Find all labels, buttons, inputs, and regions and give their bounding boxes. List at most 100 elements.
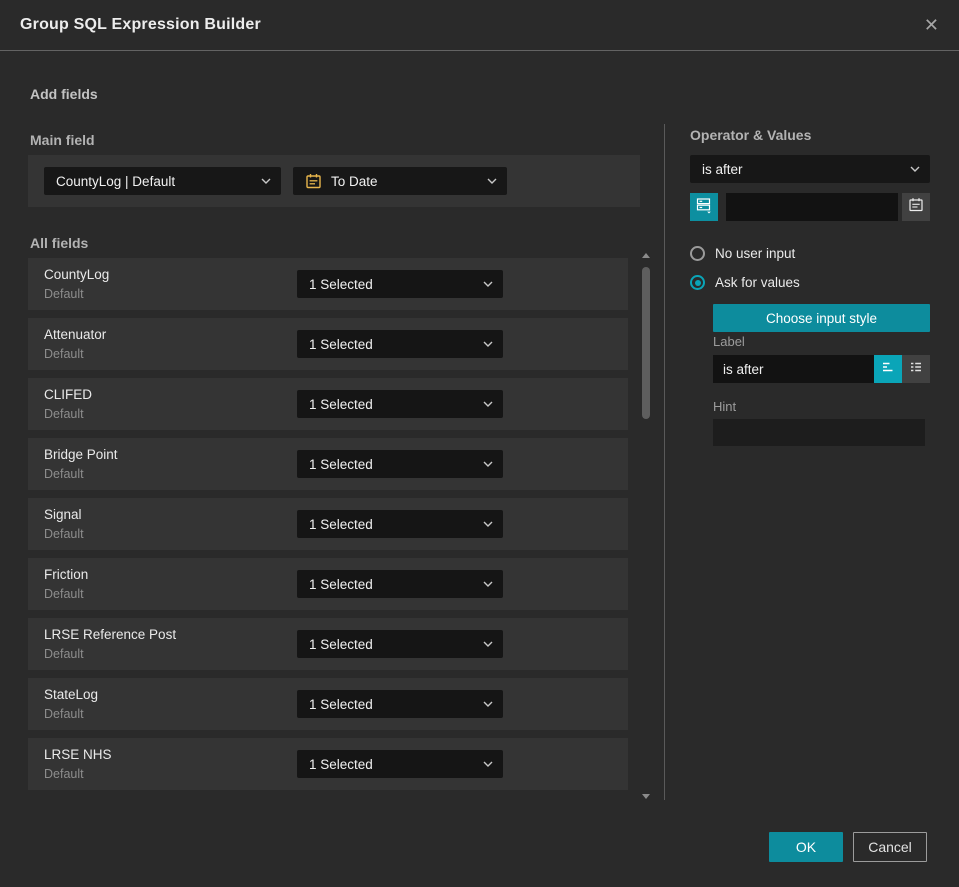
field-row: Signal Default 1 Selected	[28, 498, 628, 550]
field-row: LRSE Reference Post Default 1 Selected	[28, 618, 628, 670]
list-icon	[908, 359, 924, 380]
field-subtitle: Default	[44, 467, 84, 481]
chevron-down-icon	[483, 281, 493, 287]
close-icon[interactable]: ✕	[924, 16, 939, 34]
hint-caption: Hint	[713, 399, 737, 414]
chevron-down-icon	[483, 521, 493, 527]
selection-count-label: 1 Selected	[309, 636, 373, 652]
chevron-down-icon	[487, 178, 497, 184]
main-field-select-label: CountyLog | Default	[56, 173, 176, 189]
field-subtitle: Default	[44, 647, 84, 661]
ok-button[interactable]: OK	[769, 832, 843, 862]
ask-for-values-option[interactable]: Ask for values	[690, 275, 800, 290]
scroll-down-icon[interactable]	[642, 794, 650, 799]
operator-values-heading: Operator & Values	[690, 127, 812, 143]
field-subtitle: Default	[44, 707, 84, 721]
selection-count-select[interactable]: 1 Selected	[297, 450, 503, 478]
selection-count-select[interactable]: 1 Selected	[297, 570, 503, 598]
chevron-down-icon	[483, 341, 493, 347]
field-subtitle: Default	[44, 767, 84, 781]
selection-count-select[interactable]: 1 Selected	[297, 390, 503, 418]
date-type-select[interactable]: To Date	[293, 167, 507, 195]
selection-count-label: 1 Selected	[309, 276, 373, 292]
chevron-down-icon	[483, 461, 493, 467]
list-scrollbar	[641, 250, 651, 802]
label-caption: Label	[713, 334, 745, 349]
chevron-down-icon	[483, 401, 493, 407]
scroll-up-icon[interactable]	[642, 253, 650, 258]
field-name: LRSE NHS	[44, 747, 112, 762]
selection-count-label: 1 Selected	[309, 756, 373, 772]
selection-count-select[interactable]: 1 Selected	[297, 330, 503, 358]
ask-for-values-label: Ask for values	[715, 275, 800, 290]
chevron-down-icon	[483, 641, 493, 647]
field-name: StateLog	[44, 687, 99, 702]
chevron-down-icon	[261, 178, 271, 184]
title-bar: Group SQL Expression Builder ✕	[0, 0, 959, 51]
field-row: LRSE NHS Default 1 Selected	[28, 738, 628, 790]
radio-unselected-icon[interactable]	[690, 246, 705, 261]
field-subtitle: Default	[44, 527, 84, 541]
no-user-input-label: No user input	[715, 246, 796, 261]
hint-input[interactable]	[713, 419, 925, 446]
selection-count-select[interactable]: 1 Selected	[297, 630, 503, 658]
field-name: CountyLog	[44, 267, 110, 282]
field-subtitle: Default	[44, 287, 84, 301]
selection-count-label: 1 Selected	[309, 576, 373, 592]
selection-count-label: 1 Selected	[309, 396, 373, 412]
field-row: Bridge Point Default 1 Selected	[28, 438, 628, 490]
scrollbar-thumb[interactable]	[642, 267, 650, 419]
label-input[interactable]	[713, 355, 874, 383]
field-name: LRSE Reference Post	[44, 627, 177, 642]
all-fields-list: CountyLog Default 1 Selected Attenuator …	[28, 258, 628, 798]
field-row: Friction Default 1 Selected	[28, 558, 628, 610]
calendar-icon	[908, 197, 924, 218]
selection-count-select[interactable]: 1 Selected	[297, 690, 503, 718]
selection-count-label: 1 Selected	[309, 336, 373, 352]
group-sql-expression-builder-dialog: Group SQL Expression Builder ✕ Add field…	[0, 0, 959, 887]
main-field-select[interactable]: CountyLog | Default	[44, 167, 281, 195]
add-fields-heading: Add fields	[30, 86, 98, 102]
cancel-button[interactable]: Cancel	[853, 832, 927, 862]
field-name: Bridge Point	[44, 447, 118, 462]
field-subtitle: Default	[44, 407, 84, 421]
main-field-heading: Main field	[30, 132, 95, 148]
choose-input-style-button[interactable]: Choose input style	[713, 304, 930, 332]
date-picker-button[interactable]	[902, 193, 930, 221]
selection-count-select[interactable]: 1 Selected	[297, 750, 503, 778]
chevron-down-icon	[910, 166, 920, 172]
label-style-list-button[interactable]	[902, 355, 930, 383]
selection-count-select[interactable]: 1 Selected	[297, 270, 503, 298]
chevron-down-icon	[483, 581, 493, 587]
selection-count-select[interactable]: 1 Selected	[297, 510, 503, 538]
selection-count-label: 1 Selected	[309, 456, 373, 472]
dialog-title: Group SQL Expression Builder	[20, 16, 261, 33]
radio-selected-icon[interactable]	[690, 275, 705, 290]
field-name: CLIFED	[44, 387, 93, 402]
field-subtitle: Default	[44, 587, 84, 601]
selection-count-label: 1 Selected	[309, 516, 373, 532]
field-row: StateLog Default 1 Selected	[28, 678, 628, 730]
value-input[interactable]	[726, 193, 898, 221]
chevron-down-icon	[483, 761, 493, 767]
field-row: CountyLog Default 1 Selected	[28, 258, 628, 310]
selection-count-label: 1 Selected	[309, 696, 373, 712]
field-row: Attenuator Default 1 Selected	[28, 318, 628, 370]
calendar-icon	[305, 173, 322, 190]
field-name: Friction	[44, 567, 89, 582]
main-field-panel: CountyLog | Default To Date	[28, 155, 640, 207]
field-row: CLIFED Default 1 Selected	[28, 378, 628, 430]
operator-select-label: is after	[702, 161, 743, 177]
label-style-text-button[interactable]	[874, 355, 902, 383]
value-type-button[interactable]	[690, 193, 718, 221]
all-fields-heading: All fields	[30, 235, 89, 251]
field-name: Signal	[44, 507, 82, 522]
align-left-icon	[880, 359, 896, 380]
no-user-input-option[interactable]: No user input	[690, 246, 795, 261]
field-name: Attenuator	[44, 327, 107, 342]
vertical-divider	[664, 124, 665, 800]
date-type-select-label: To Date	[331, 173, 378, 189]
field-subtitle: Default	[44, 347, 84, 361]
operator-select[interactable]: is after	[690, 155, 930, 183]
stacked-inputs-icon	[695, 196, 713, 219]
